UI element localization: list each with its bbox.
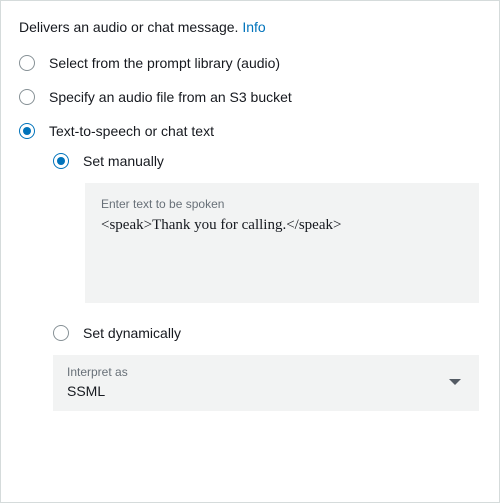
select-value: SSML [67, 383, 128, 399]
textarea-label: Enter text to be spoken [101, 197, 463, 211]
info-link[interactable]: Info [242, 19, 265, 35]
option-tts[interactable]: Text-to-speech or chat text [19, 123, 479, 139]
textarea-value: <speak>Thank you for calling.</speak> [101, 217, 463, 234]
option-set-manually[interactable]: Set manually [53, 153, 479, 169]
option-label: Text-to-speech or chat text [49, 123, 214, 139]
tts-suboptions: Set manually Enter text to be spoken <sp… [53, 153, 479, 411]
option-set-dynamically[interactable]: Set dynamically [53, 325, 479, 341]
description-text: Delivers an audio or chat message. [19, 19, 242, 35]
prompt-config-panel: Delivers an audio or chat message. Info … [0, 0, 500, 503]
radio-icon [19, 55, 35, 71]
option-label: Select from the prompt library (audio) [49, 55, 280, 71]
interpret-as-select[interactable]: Interpret as SSML [53, 355, 479, 411]
panel-description: Delivers an audio or chat message. Info [19, 19, 479, 35]
select-text: Interpret as SSML [67, 365, 128, 399]
select-label: Interpret as [67, 365, 128, 379]
option-s3-audio[interactable]: Specify an audio file from an S3 bucket [19, 89, 479, 105]
option-prompt-library[interactable]: Select from the prompt library (audio) [19, 55, 479, 71]
radio-icon [53, 153, 69, 169]
radio-icon [19, 89, 35, 105]
tts-text-input[interactable]: Enter text to be spoken <speak>Thank you… [85, 183, 479, 303]
option-label: Set dynamically [83, 325, 181, 341]
radio-icon [19, 123, 35, 139]
option-label: Set manually [83, 153, 164, 169]
radio-icon [53, 325, 69, 341]
chevron-down-icon [449, 379, 461, 385]
option-label: Specify an audio file from an S3 bucket [49, 89, 292, 105]
